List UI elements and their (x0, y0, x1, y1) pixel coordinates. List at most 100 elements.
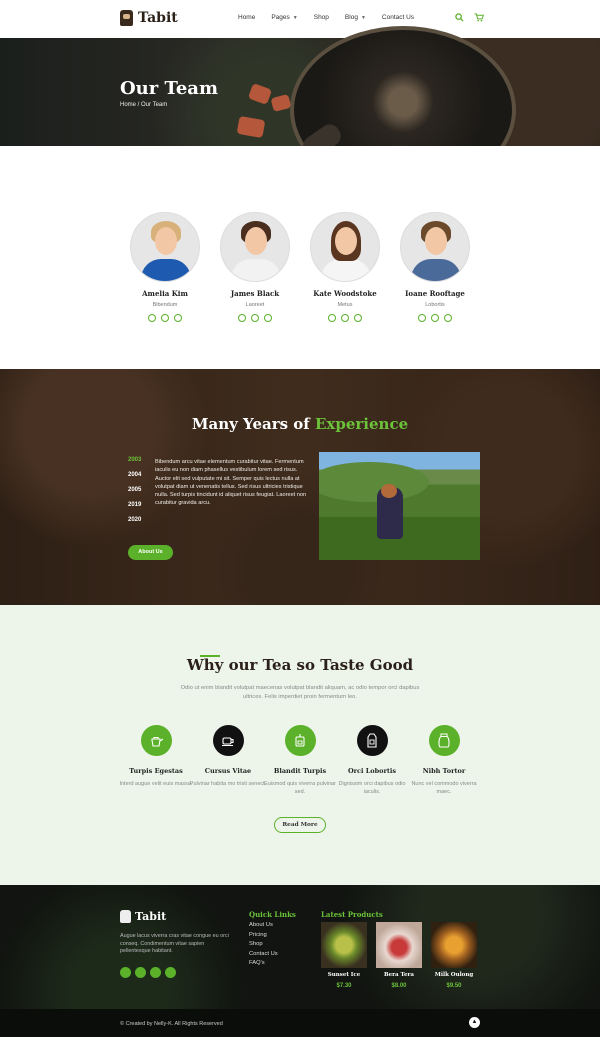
search-icon[interactable] (455, 13, 464, 22)
product-image (431, 922, 477, 968)
face (335, 227, 357, 255)
shirt (231, 259, 281, 281)
feature-desc: Nunc vel commodo viverra maec. (411, 781, 477, 795)
feature-title: Nibh Tortor (422, 767, 466, 775)
twitter-icon[interactable] (431, 314, 439, 322)
avatar (310, 212, 380, 282)
product-price: $7.30 (336, 983, 352, 989)
nav-item-pages[interactable]: Pages ▼ (271, 14, 297, 21)
feature-item: Turpis Egestas Interd augue velit euis m… (116, 725, 196, 788)
quick-links-list: About Us Pricing Shop Contact Us FAQ's (249, 922, 278, 970)
footer-link[interactable]: FAQ's (249, 960, 278, 966)
tea-picker-photo (319, 452, 480, 560)
tea-jar-icon (428, 725, 460, 756)
experience-title: Many Years of Experience (191, 415, 409, 433)
instagram-icon[interactable] (165, 967, 176, 978)
team-section: Amelia Kim Bibendum James Black Laoreet … (0, 146, 600, 369)
facebook-icon[interactable] (328, 314, 336, 322)
instagram-icon[interactable] (174, 314, 182, 322)
product-card[interactable]: Milk Oulong $9.50 (430, 922, 478, 989)
instagram-icon[interactable] (354, 314, 362, 322)
footer-about: Augue lacus viverra cras vitae congue eu… (120, 933, 229, 954)
header-icons (455, 13, 484, 22)
about-us-button[interactable]: About Us (128, 545, 173, 560)
footer-socials (120, 967, 176, 978)
facebook-icon[interactable] (148, 314, 156, 322)
nav-item-contact[interactable]: Contact Us (382, 14, 414, 21)
site-footer: Tabit Augue lacus viverra cras vitae con… (0, 885, 600, 1037)
footer-logo-text: Tabit (135, 910, 167, 923)
face (425, 227, 447, 255)
footer-logo[interactable]: Tabit (120, 910, 166, 923)
instagram-icon[interactable] (444, 314, 452, 322)
year-tab[interactable]: 2003 (128, 457, 141, 463)
feature-desc: Euismod quis viverra pulvinar sed. (264, 781, 336, 795)
tea-bag-icon (284, 725, 316, 756)
avatar (130, 212, 200, 282)
nav-item-blog[interactable]: Blog ▼ (345, 14, 366, 21)
instagram-icon[interactable] (264, 314, 272, 322)
feature-item: Blandit Turpis Euismod quis viverra pulv… (260, 725, 340, 796)
feature-item: Cursus Vitae Pulvinar habita mo tristi s… (188, 725, 268, 788)
shirt (141, 259, 191, 281)
feature-title: Cursus Vitae (204, 767, 252, 775)
shirt (321, 259, 371, 281)
nav-item-home[interactable]: Home (238, 14, 255, 21)
footer-bottom-bar: © Created by Nelly-K. All Rights Reserve… (0, 1009, 600, 1037)
facebook-icon[interactable] (418, 314, 426, 322)
facebook-icon[interactable] (120, 967, 131, 978)
twitter-icon[interactable] (341, 314, 349, 322)
youtube-icon[interactable] (150, 967, 161, 978)
shirt (411, 259, 461, 281)
read-more-button[interactable]: Read More (274, 817, 326, 833)
year-tab[interactable]: 2019 (128, 502, 141, 508)
breadcrumb[interactable]: Home / Our Team (120, 102, 167, 108)
feature-title: Turpis Egestas (129, 767, 183, 775)
member-name: Ioane Rooftage (405, 289, 465, 298)
scroll-top-icon[interactable]: ▲ (469, 1017, 480, 1028)
member-name: Kate Woodstoke (313, 289, 377, 298)
twitter-icon[interactable] (161, 314, 169, 322)
hill-shape (319, 462, 429, 502)
member-socials (210, 314, 300, 322)
twitter-icon[interactable] (251, 314, 259, 322)
twitter-icon[interactable] (135, 967, 146, 978)
product-card[interactable]: Bera Tera $8.00 (375, 922, 423, 989)
year-tab[interactable]: 2005 (128, 487, 141, 493)
site-logo[interactable]: Tabit (120, 10, 178, 26)
team-member: James Black Laoreet (210, 212, 300, 322)
chevron-down-icon: ▼ (292, 14, 298, 21)
latest-products-title: Latest Products (321, 910, 383, 919)
year-tab[interactable]: 2004 (128, 472, 141, 478)
year-tab[interactable]: 2020 (128, 517, 141, 523)
cart-icon[interactable] (474, 13, 484, 22)
face (155, 227, 177, 255)
bear-logo-icon (120, 910, 131, 923)
footer-link[interactable]: Pricing (249, 932, 278, 938)
tea-box-icon (356, 725, 388, 756)
feature-title: Blandit Turpis (273, 767, 327, 775)
member-socials (390, 314, 480, 322)
member-socials (300, 314, 390, 322)
facebook-icon[interactable] (238, 314, 246, 322)
member-name: Amelia Kim (142, 289, 188, 298)
nav-item-shop[interactable]: Shop (314, 14, 329, 21)
page-hero: Our Team Home / Our Team (0, 26, 600, 194)
member-role: Metus (337, 302, 353, 308)
member-role: Laoreet (245, 302, 265, 308)
copyright: © Created by Nelly-K. All Rights Reserve… (120, 1021, 223, 1027)
footer-link[interactable]: Contact Us (249, 951, 278, 957)
year-list: 2003 2004 2005 2019 2020 (128, 457, 141, 532)
product-name: Bera Tera (384, 972, 414, 978)
footer-link[interactable]: Shop (249, 941, 278, 947)
feature-desc: Dignissim orci dapibus odio iaculis. (338, 781, 406, 795)
member-role: Bibendum (152, 302, 178, 308)
teapot-icon (140, 725, 172, 756)
sugar-crystal-image (247, 83, 273, 105)
logo-text: Tabit (138, 10, 178, 26)
footer-link[interactable]: About Us (249, 922, 278, 928)
product-card[interactable]: Sunset Ice $7.30 (320, 922, 368, 989)
product-name: Milk Oulong (434, 972, 474, 978)
feature-item: Orci Lobortis Dignissim orci dapibus odi… (332, 725, 412, 796)
person-head-shape (381, 484, 397, 498)
